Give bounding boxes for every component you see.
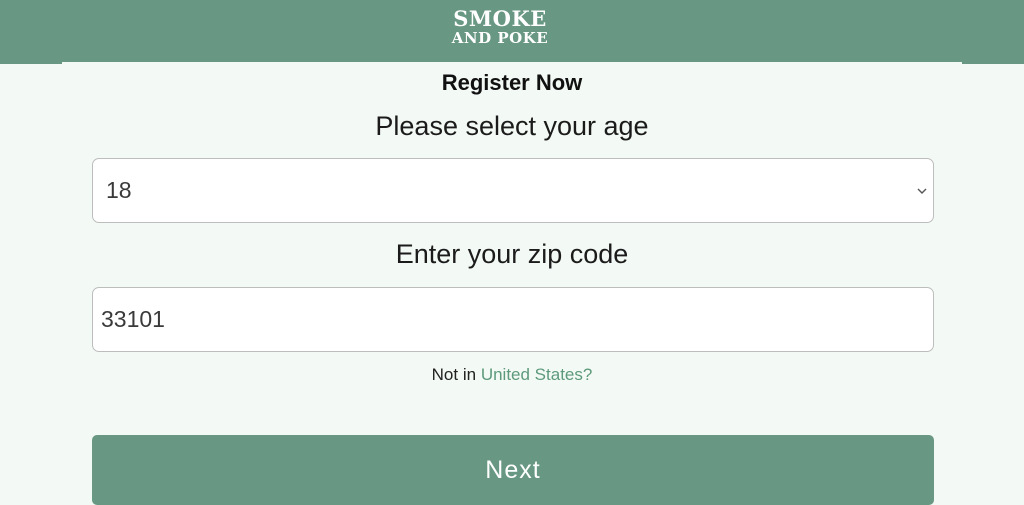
- logo[interactable]: SMOKE AND POKE: [440, 8, 560, 46]
- age-select[interactable]: 18: [92, 158, 934, 223]
- site-header: SMOKE AND POKE: [0, 0, 1024, 64]
- zip-input-value: 33101: [101, 306, 165, 332]
- chevron-down-icon: [917, 188, 927, 194]
- zip-input[interactable]: 33101: [92, 287, 934, 352]
- country-note-prefix: Not in: [431, 365, 477, 384]
- zip-label: Enter your zip code: [395, 239, 629, 269]
- logo-line-2: AND POKE: [451, 29, 549, 47]
- age-select-value: 18: [106, 177, 132, 203]
- logo-line-1: SMOKE: [453, 6, 547, 31]
- next-button[interactable]: Next: [92, 435, 934, 505]
- page-title: Register Now: [441, 70, 583, 95]
- age-label: Please select your age: [375, 111, 649, 141]
- country-note: Not in United States?: [0, 365, 1024, 385]
- change-country-link[interactable]: United States?: [481, 365, 593, 384]
